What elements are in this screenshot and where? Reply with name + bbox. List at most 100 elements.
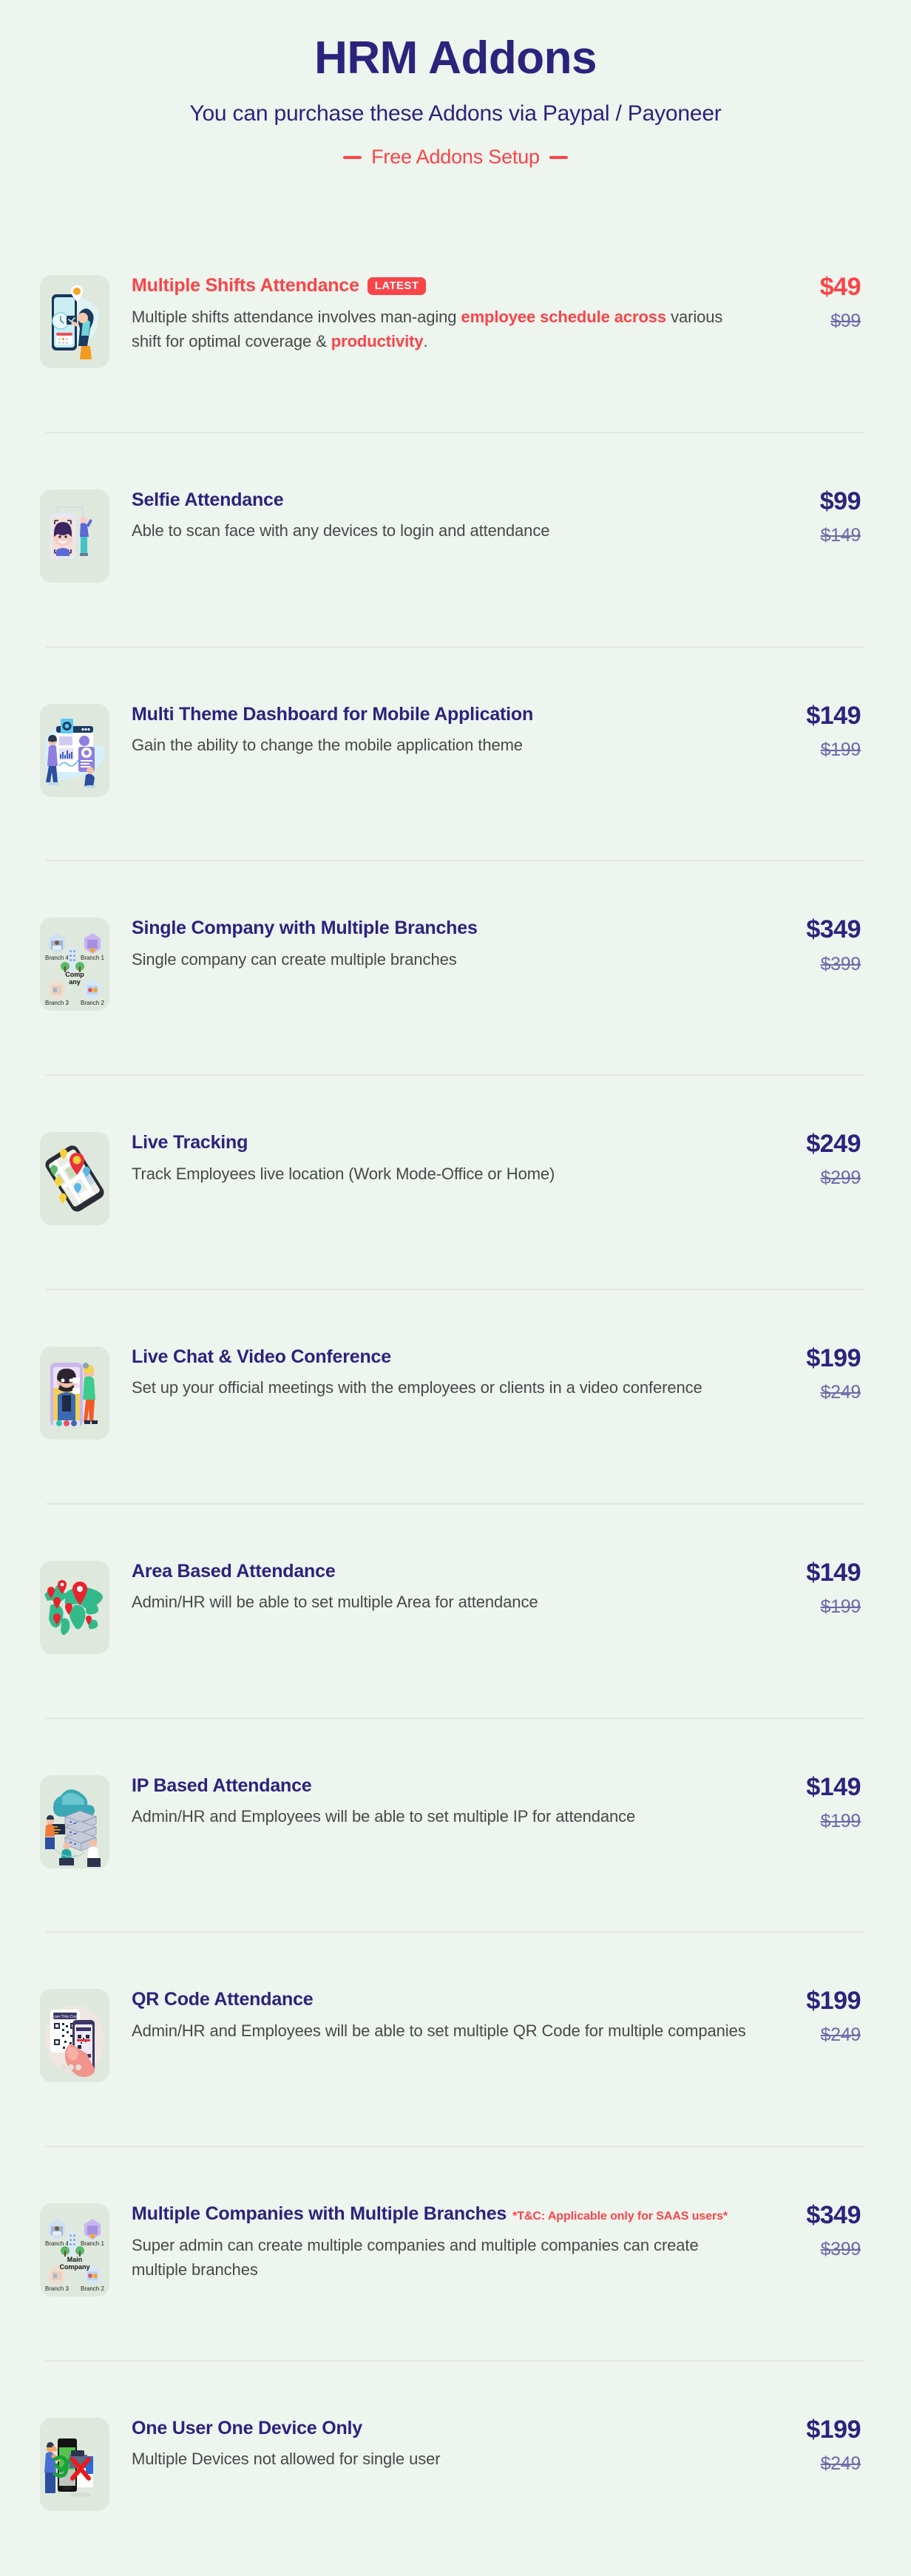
addon-price-column: $199 $249 xyxy=(759,2415,861,2475)
addon-row[interactable]: Multiple Shifts Attendance LATEST Multipl… xyxy=(0,219,911,433)
addon-title: Selfie Attendance xyxy=(132,488,747,513)
addon-title: QR Code Attendance xyxy=(132,1987,747,2013)
addon-row[interactable]: Multi Theme Dashboard for Mobile Applica… xyxy=(0,648,911,862)
addon-title: IP Based Attendance xyxy=(132,1774,747,1799)
free-setup-tagline-label: Free Addons Setup xyxy=(371,146,540,169)
original-price: $299 xyxy=(820,1167,861,1189)
svg-text:Branch 4: Branch 4 xyxy=(45,2240,70,2247)
latest-badge: LATEST xyxy=(367,277,427,295)
addon-row[interactable]: Branch 4 Branch 1 Branch 3 xyxy=(0,861,911,1077)
addon-title-label: Single Company with Multiple Branches xyxy=(132,918,478,939)
addon-title-label: One User One Device Only xyxy=(132,2417,362,2438)
addon-row[interactable]: Live Chat & Video Conference Set up your… xyxy=(0,1290,911,1505)
current-price: $349 xyxy=(806,2201,861,2230)
original-price: $149 xyxy=(820,524,861,546)
desc-text: Gain the ability to change the mobile ap… xyxy=(132,736,523,755)
page-header: HRM Addons You can purchase these Addons… xyxy=(0,34,911,169)
multi-theme-dashboard-illustration xyxy=(40,703,109,797)
live-chat-video-conference-illustration xyxy=(40,1346,109,1440)
addon-title-label: Selfie Attendance xyxy=(132,489,284,510)
addon-description: Able to scan face with any devices to lo… xyxy=(132,518,747,543)
selfie-attendance-illustration xyxy=(40,489,109,583)
svg-text:Branch 2: Branch 2 xyxy=(81,2285,105,2292)
addon-title-label: Area Based Attendance xyxy=(132,1560,336,1582)
addon-price-column: $49 $99 xyxy=(759,272,861,332)
addon-description: Admin/HR and Employees will be able to s… xyxy=(132,1804,747,1828)
single-company-branches-illustration: Branch 4 Branch 1 Branch 3 Branch 2 Comp… xyxy=(40,918,109,1011)
ip-based-attendance-illustration xyxy=(40,1775,109,1868)
svg-text:any: any xyxy=(69,978,81,986)
svg-text:Branch 4: Branch 4 xyxy=(45,955,70,961)
desc-text: Admin/HR will be able to set multiple Ar… xyxy=(132,1593,538,1612)
addon-row[interactable]: Branch 4 Branch 1 Branch 3 xyxy=(0,2147,911,2362)
live-tracking-illustration xyxy=(40,1132,109,1226)
addon-text-column: Area Based Attendance Admin/HR will be a… xyxy=(132,1558,759,1615)
addon-row[interactable]: One User One Device Only Multiple Device… xyxy=(0,2362,911,2576)
addon-title: Multi Theme Dashboard for Mobile Applica… xyxy=(132,702,747,728)
addon-title: Multiple Companies with Multiple Branche… xyxy=(132,2202,747,2227)
addon-row[interactable]: Selfie Attendance Able to scan face with… xyxy=(0,433,911,648)
page-subtitle: You can purchase these Addons via Paypal… xyxy=(189,101,722,126)
svg-text:Branch 1: Branch 1 xyxy=(81,955,105,961)
desc-emphasis: productivity xyxy=(331,331,424,350)
addon-text-column: One User One Device Only Multiple Device… xyxy=(132,2415,759,2472)
addon-title-label: Multi Theme Dashboard for Mobile Applica… xyxy=(132,703,534,725)
svg-text:Comp: Comp xyxy=(65,971,84,978)
addon-row[interactable]: Live Tracking Track Employees live locat… xyxy=(0,1076,911,1291)
free-setup-tagline: Free Addons Setup xyxy=(343,146,568,169)
original-price: $249 xyxy=(820,1382,861,1403)
addon-title: One User One Device Only xyxy=(132,2416,747,2441)
addon-text-column: IP Based Attendance Admin/HR and Employe… xyxy=(132,1772,759,1829)
original-price: $399 xyxy=(820,2239,861,2260)
addon-text-column: QR Code Attendance Admin/HR and Employee… xyxy=(132,1986,759,2043)
svg-text:Scan This Code: Scan This Code xyxy=(50,2015,79,2019)
addon-description: Gain the ability to change the mobile ap… xyxy=(132,733,747,757)
addon-description: Track Employees live location (Work Mode… xyxy=(132,1162,747,1186)
original-price: $199 xyxy=(820,1596,861,1617)
one-user-one-device-illustration xyxy=(40,2417,109,2511)
addon-title-label: QR Code Attendance xyxy=(132,1989,314,2010)
addon-price-column: $349 $399 xyxy=(759,2200,861,2260)
addon-price-column: $149 $199 xyxy=(759,701,861,761)
addon-description: Admin/HR and Employees will be able to s… xyxy=(132,2019,747,2043)
addon-title: Single Company with Multiple Branches xyxy=(132,916,747,941)
current-price: $149 xyxy=(806,1772,861,1801)
current-price: $99 xyxy=(819,487,861,515)
svg-text:Branch 3: Branch 3 xyxy=(45,2285,70,2292)
desc-text: Track Employees live location (Work Mode… xyxy=(132,1164,555,1183)
addon-text-column: Selfie Attendance Able to scan face with… xyxy=(132,487,759,543)
addon-text-column: Multiple Shifts Attendance LATEST Multipl… xyxy=(132,272,759,353)
desc-text: Able to scan face with any devices to lo… xyxy=(132,521,550,540)
svg-text:Branch 2: Branch 2 xyxy=(81,1000,105,1006)
current-price: $199 xyxy=(806,2415,861,2444)
terms-note: *T&C: Applicable only for SAAS users* xyxy=(512,2210,728,2223)
addon-title-label: Live Tracking xyxy=(132,1132,248,1153)
desc-text: Single company can create multiple branc… xyxy=(132,949,457,969)
desc-text: . xyxy=(423,331,428,350)
addon-description: Super admin can create multiple companie… xyxy=(132,2233,747,2282)
addon-text-column: Live Chat & Video Conference Set up your… xyxy=(132,1343,759,1400)
addon-title: Live Chat & Video Conference xyxy=(132,1345,747,1370)
addon-price-column: $199 $249 xyxy=(759,1343,861,1403)
multiple-shifts-attendance-illustration xyxy=(40,275,109,368)
svg-text:Company: Company xyxy=(59,2263,89,2271)
addon-row[interactable]: IP Based Attendance Admin/HR and Employe… xyxy=(0,1719,911,1933)
addon-description: Admin/HR will be able to set multiple Ar… xyxy=(132,1590,747,1614)
svg-text:Branch 1: Branch 1 xyxy=(81,2240,105,2247)
addon-title-label: Multiple Shifts Attendance xyxy=(132,275,359,296)
desc-text: Super admin can create multiple companie… xyxy=(132,2235,699,2280)
svg-text:Branch 3: Branch 3 xyxy=(45,1000,70,1006)
current-price: $149 xyxy=(806,1558,861,1587)
original-price: $199 xyxy=(820,1810,861,1831)
addon-row[interactable]: Scan This Code QR Code Attendance Admin/… xyxy=(0,1933,911,2148)
addon-row[interactable]: Area Based Attendance Admin/HR will be a… xyxy=(0,1505,911,1719)
current-price: $199 xyxy=(806,1987,861,2016)
current-price: $149 xyxy=(806,701,861,730)
addon-description: Multiple shifts attendance involves man-… xyxy=(132,305,747,354)
current-price: $199 xyxy=(806,1343,861,1372)
area-based-attendance-illustration xyxy=(40,1560,109,1654)
svg-text:Main: Main xyxy=(67,2256,83,2263)
addon-price-column: $349 $399 xyxy=(759,915,861,975)
addons-page: HRM Addons You can purchase these Addons… xyxy=(0,0,911,2576)
addon-title-label: Live Chat & Video Conference xyxy=(132,1346,391,1367)
